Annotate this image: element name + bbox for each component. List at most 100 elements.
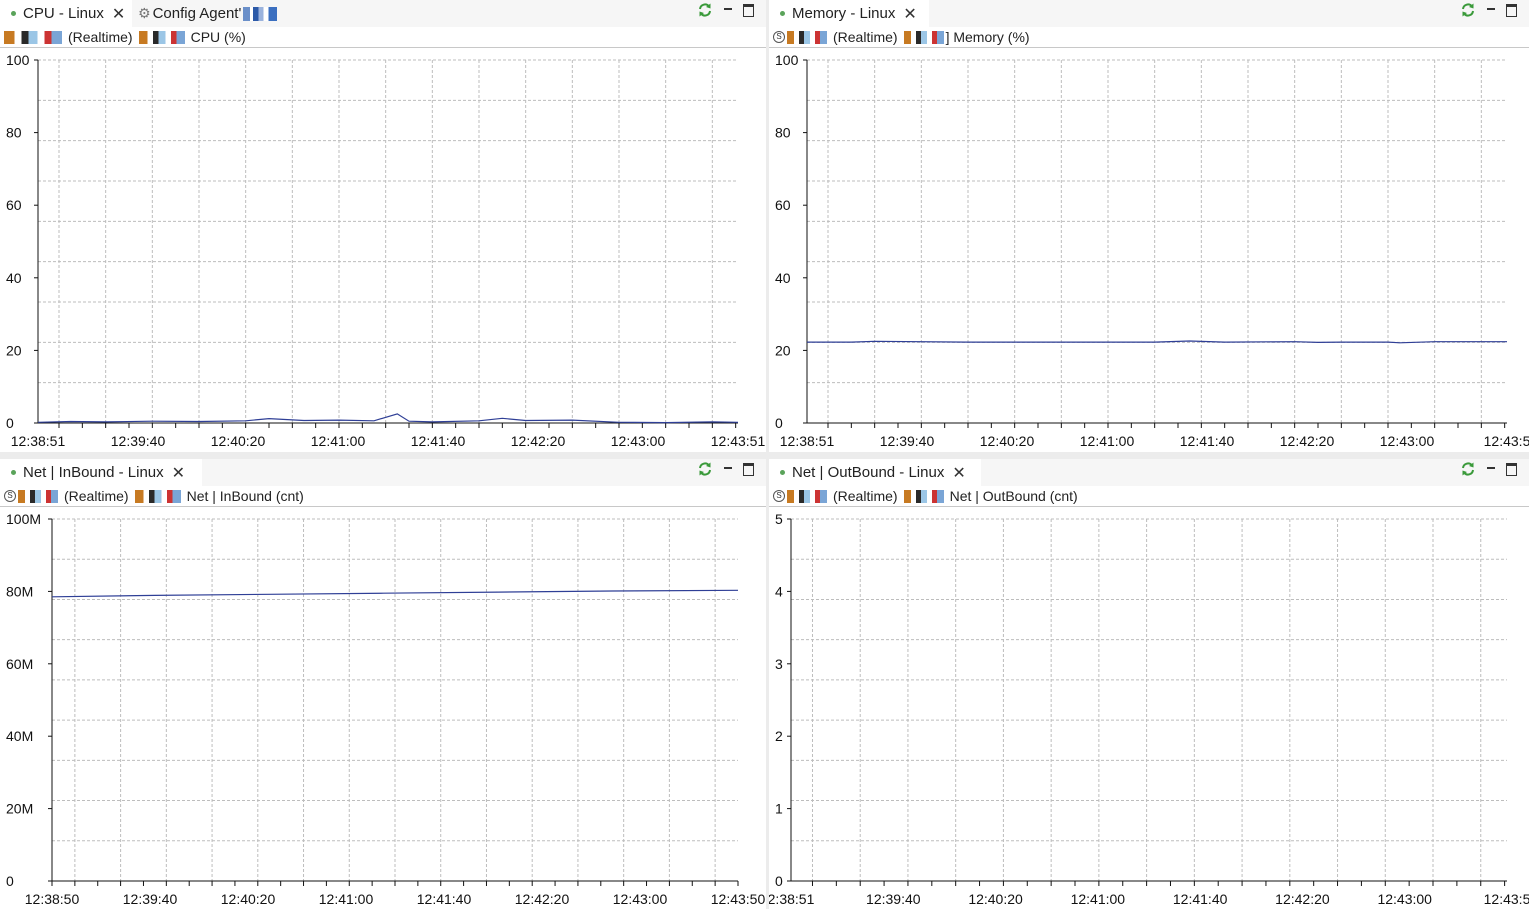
refresh-icon[interactable] [697,2,713,18]
x-tick-label: 12:42:20 [511,433,566,449]
chart-subtitle-bar: S (Realtime) ] Memory (%) [769,27,1529,48]
y-tick-label: 100 [6,52,30,68]
net-inbound-line-chart: 100M 80M 60M 40M 20M 0 12:38:50 12:39:40 12:40:2… [6,511,766,907]
view-controls [697,2,754,18]
x-tick-label: 12:43:50 [711,891,766,907]
status-dot-icon [11,470,16,475]
y-tick-label: 20 [6,342,22,358]
net-outbound-line-chart: 5 4 3 2 1 0 2:38:51 12:39:40 12:40:20 12:41:00 12:… [769,511,1529,907]
maximize-icon[interactable] [1506,3,1517,17]
close-icon[interactable]: ✕ [903,4,916,24]
gear-icon: ⚙ [138,5,151,21]
x-tick-label: 2:38:51 [769,891,815,907]
chart-subtitle-bar: (Realtime) CPU (%) [0,27,766,48]
refresh-icon[interactable] [697,461,713,477]
metric-label: ] Memory (%) [945,29,1030,45]
redacted-text-image [4,30,62,44]
mode-label: (Realtime) [68,29,133,45]
x-tick-label: 12:41:40 [417,891,472,907]
redacted-text-image [138,30,185,44]
redacted-text-image [134,489,181,503]
x-tick-label: 12:43:5 [1484,433,1529,449]
status-dot-icon [780,470,785,475]
tab-cpu-linux[interactable]: CPU - Linux ✕ [0,0,132,27]
tab-label: Memory - Linux [792,5,896,22]
tab-bar: Net | InBound - Linux ✕ [0,459,766,486]
y-tick-label: 80 [775,125,791,141]
x-tick-label: 12:42:20 [515,891,570,907]
refresh-icon[interactable] [1460,2,1476,18]
minimize-icon[interactable] [1486,5,1496,15]
tab-bar: Memory - Linux ✕ [769,0,1529,27]
y-tick-label: 0 [6,873,14,889]
y-tick-label: 80M [6,583,33,599]
metric-label: Net | OutBound (cnt) [949,488,1078,504]
y-tick-label: 60 [775,197,791,213]
y-tick-label: 4 [775,583,783,599]
y-tick-label: 1 [775,801,783,817]
tab-net-inbound-linux[interactable]: Net | InBound - Linux ✕ [0,459,202,486]
mode-label: (Realtime) [833,488,898,504]
x-tick-label: 12:43:00 [1380,433,1435,449]
mode-label: (Realtime) [833,29,898,45]
cpu-pane: CPU - Linux ✕ ⚙ Config Agent' (Realtime)… [0,0,766,452]
redacted-text-image [243,6,278,21]
horizontal-splitter[interactable] [0,452,1529,459]
minimize-icon[interactable] [723,464,733,474]
redacted-text-image [903,489,944,503]
view-controls [1460,2,1517,18]
y-tick-label: 60 [6,197,22,213]
memory-pane: Memory - Linux ✕ S (Realtime) ] Memory (… [769,0,1529,452]
tab-label: CPU - Linux [23,5,104,22]
tab-label: Config Agent' [152,5,242,22]
minimize-icon[interactable] [1486,464,1496,474]
status-dot-icon [11,11,16,16]
redacted-text-image [903,30,944,44]
y-tick-label: 80 [6,125,22,141]
x-tick-label: 12:40:20 [211,433,266,449]
x-tick-label: 12:41:00 [319,891,374,907]
close-icon[interactable]: ✕ [172,463,185,483]
x-tick-label: 12:41:00 [1071,891,1126,907]
y-tick-label: 5 [775,511,783,527]
x-tick-label: 12:39:40 [111,433,166,449]
close-icon[interactable]: ✕ [952,463,965,483]
y-tick-label: 2 [775,728,783,744]
x-tick-label: 12:41:40 [1180,433,1235,449]
y-tick-label: 0 [775,415,783,431]
tab-bar: CPU - Linux ✕ ⚙ Config Agent' [0,0,766,27]
maximize-icon[interactable] [1506,462,1517,476]
y-tick-label: 0 [775,873,783,889]
refresh-icon[interactable] [1460,461,1476,477]
x-tick-label: 12:39:40 [123,891,178,907]
close-icon[interactable]: ✕ [112,4,125,24]
x-tick-label: 12:41:40 [1173,891,1228,907]
chart-subtitle-bar: S (Realtime) Net | InBound (cnt) [0,486,766,507]
y-tick-label: 3 [775,656,783,672]
redacted-text-image [787,489,827,503]
redacted-text-image [18,489,58,503]
x-tick-label: 12:40:20 [968,891,1023,907]
minimize-icon[interactable] [723,5,733,15]
x-tick-label: 12:38:50 [25,891,80,907]
server-icon: S [773,31,785,43]
maximize-icon[interactable] [743,462,754,476]
x-tick-label: 12:43:00 [611,433,666,449]
x-tick-label: 12:39:40 [866,891,921,907]
metric-label: Net | InBound (cnt) [186,488,304,504]
y-tick-label: 0 [6,415,14,431]
maximize-icon[interactable] [743,3,754,17]
tab-config-agent[interactable]: ⚙ Config Agent' [134,0,304,27]
y-tick-label: 100M [6,511,41,527]
view-controls [697,461,754,477]
tab-memory-linux[interactable]: Memory - Linux ✕ [769,0,929,27]
cpu-line-chart: 100 80 60 40 20 0 12:38:51 12:39:40 12:40:20 12:4… [6,52,765,449]
y-tick-label: 100 [775,52,799,68]
tab-net-outbound-linux[interactable]: Net | OutBound - Linux ✕ [769,459,981,486]
x-tick-label: 12:42:20 [1280,433,1335,449]
x-tick-label: 12:38:51 [11,433,66,449]
x-tick-label: 12:41:00 [311,433,366,449]
memory-line-chart: 100 80 60 40 20 0 12:38:51 12:39:40 12:40:20 12:4… [775,52,1529,449]
y-tick-label: 40 [6,270,22,286]
x-tick-label: 12:40:20 [221,891,276,907]
